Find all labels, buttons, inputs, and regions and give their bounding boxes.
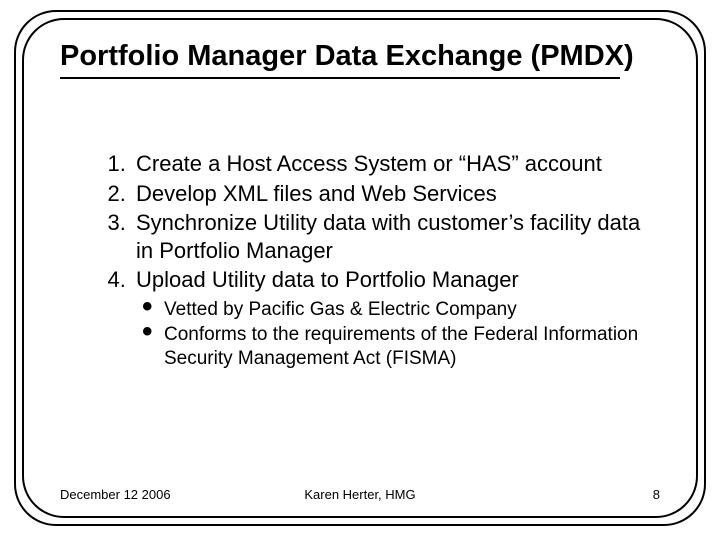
title-underline bbox=[60, 77, 620, 79]
footer-page-number: 8 bbox=[653, 487, 660, 502]
sub-bullet-list: Vetted by Pacific Gas & Electric Company… bbox=[100, 298, 650, 371]
title-block: Portfolio Manager Data Exchange (PMDX) bbox=[60, 40, 660, 79]
list-item: Develop XML files and Web Services bbox=[132, 180, 650, 208]
list-item: Create a Host Access System or “HAS” acc… bbox=[132, 150, 650, 178]
sub-list-item: Vetted by Pacific Gas & Electric Company bbox=[142, 298, 650, 322]
footer: December 12 2006 Karen Herter, HMG 8 bbox=[60, 487, 660, 502]
footer-date: December 12 2006 bbox=[60, 487, 171, 502]
list-item: Upload Utility data to Portfolio Manager bbox=[132, 266, 650, 294]
slide-title: Portfolio Manager Data Exchange (PMDX) bbox=[60, 40, 660, 73]
numbered-list: Create a Host Access System or “HAS” acc… bbox=[100, 150, 650, 294]
list-item: Synchronize Utility data with customer’s… bbox=[132, 209, 650, 264]
sub-list-item: Conforms to the requirements of the Fede… bbox=[142, 323, 650, 371]
content-area: Create a Host Access System or “HAS” acc… bbox=[100, 150, 650, 373]
slide: Portfolio Manager Data Exchange (PMDX) C… bbox=[0, 0, 720, 540]
